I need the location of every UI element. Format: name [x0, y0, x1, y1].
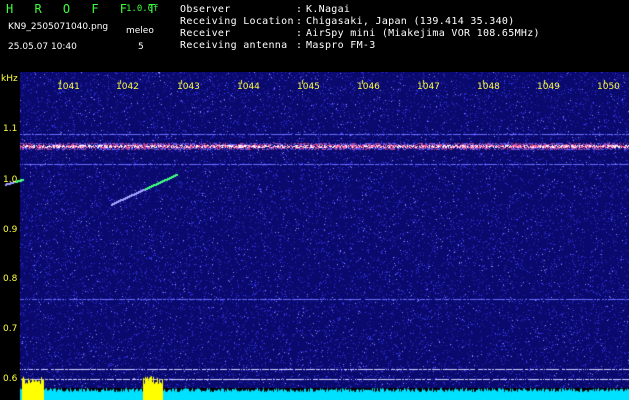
- x-tick: 1043: [177, 82, 200, 92]
- x-tick: 1047: [417, 82, 440, 92]
- x-tick: 1042: [116, 82, 139, 92]
- info-label-antenna: Receiving antenna: [180, 40, 288, 51]
- x-tick: 1041: [57, 82, 80, 92]
- x-tick: 1050: [597, 82, 620, 92]
- info-value-receiver: AirSpy mini (Miakejima VOR 108.65MHz): [306, 28, 540, 39]
- info-value-antenna: Maspro FM-3: [306, 40, 376, 51]
- x-tick: 1048: [477, 82, 500, 92]
- header-panel: H R O F F T 1.0.0f KN9_2505071040.png me…: [0, 0, 629, 72]
- info-label-location: Receiving Location: [180, 16, 294, 27]
- version-label: 1.0.0f: [126, 4, 159, 14]
- info-colon: :: [296, 16, 303, 27]
- x-tick: 1049: [537, 82, 560, 92]
- info-label-observer: Observer: [180, 4, 231, 15]
- info-colon: :: [296, 28, 303, 39]
- info-colon: :: [296, 4, 303, 15]
- y-tick: 1.0: [3, 175, 18, 185]
- y-axis-unit: kHz: [1, 74, 18, 84]
- x-tick: 1044: [237, 82, 260, 92]
- y-tick: 0.6: [3, 374, 18, 384]
- mode-value: 5: [138, 42, 144, 52]
- y-tick: 0.7: [3, 324, 18, 334]
- info-label-receiver: Receiver: [180, 28, 231, 39]
- info-value-location: Chigasaki, Japan (139.414 35.340): [306, 16, 515, 27]
- spectrogram-waterfall: [0, 72, 629, 400]
- x-tick: 1046: [357, 82, 380, 92]
- y-tick: 1.1: [3, 124, 18, 134]
- filename-label: KN9_2505071040.png: [8, 22, 109, 32]
- x-tick: 1045: [297, 82, 320, 92]
- y-tick: 0.9: [3, 225, 18, 235]
- y-tick: 0.8: [3, 274, 18, 284]
- timestamp-label: 25.05.07 10:40: [8, 42, 77, 52]
- info-colon: :: [296, 40, 303, 51]
- info-value-observer: K.Nagai: [306, 4, 351, 15]
- mode-label: meleo: [126, 26, 154, 36]
